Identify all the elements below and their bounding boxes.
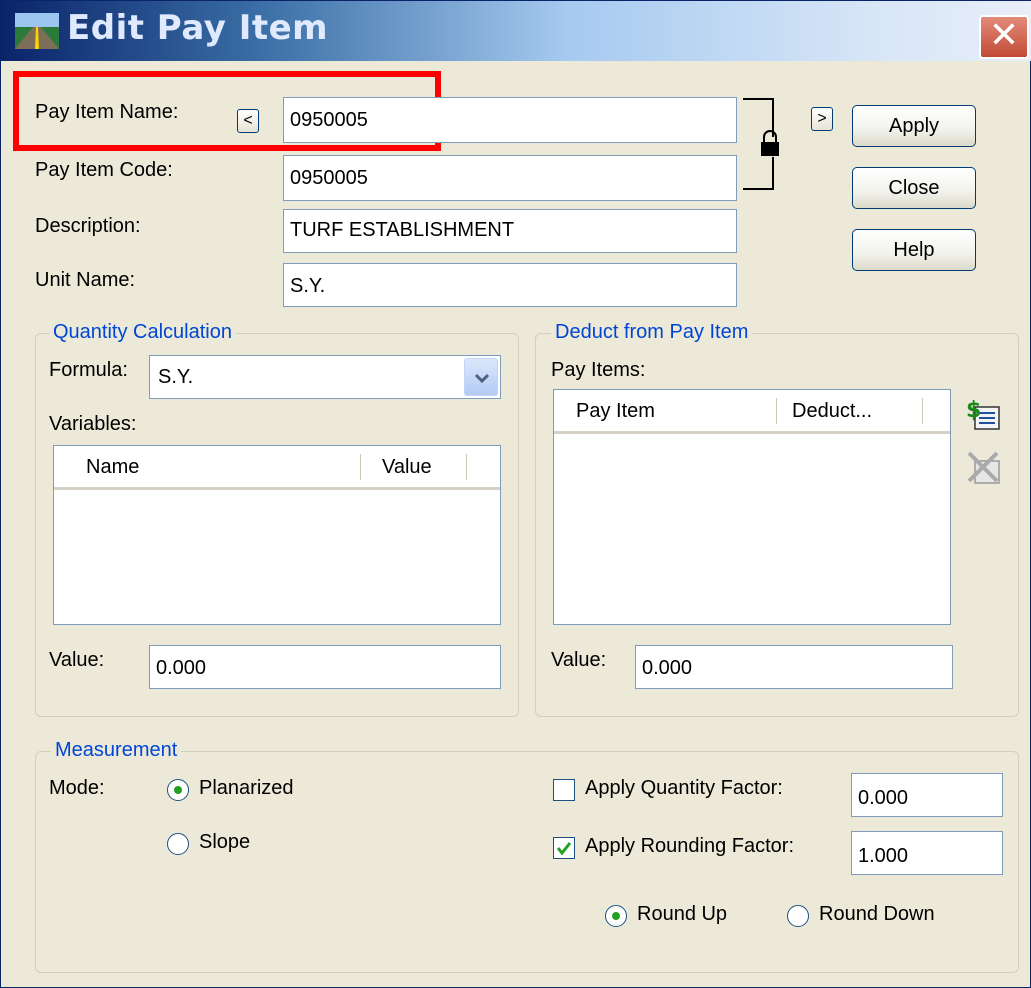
close-window-button[interactable]: ✕ [979, 15, 1029, 59]
lock-link-icon[interactable] [741, 97, 801, 197]
column-header-pay-item[interactable]: Pay Item [576, 400, 655, 423]
apply-rounding-factor-checkbox[interactable] [553, 837, 575, 859]
column-separator[interactable] [360, 454, 361, 480]
quantity-value-input[interactable]: 0.000 [149, 645, 501, 689]
formula-selected-value: S.Y. [158, 366, 194, 388]
app-road-icon [15, 13, 59, 49]
round-up-radio[interactable] [605, 905, 627, 927]
column-header-deduct[interactable]: Deduct... [792, 400, 872, 423]
mode-label: Mode: [49, 777, 105, 799]
edit-pay-item-dialog: Edit Pay Item ✕ Pay Item Name: < 0950005… [0, 0, 1031, 988]
variables-label: Variables: [49, 413, 137, 435]
quantity-calculation-title: Quantity Calculation [49, 321, 236, 344]
next-pay-item-button[interactable]: > [811, 107, 833, 131]
planarized-radio[interactable] [167, 779, 189, 801]
description-input[interactable]: TURF ESTABLISHMENT [283, 209, 737, 253]
apply-quantity-factor-label[interactable]: Apply Quantity Factor: [585, 777, 783, 800]
measurement-title: Measurement [51, 739, 182, 762]
title-bar[interactable]: Edit Pay Item ✕ [1, 1, 1031, 61]
help-button[interactable]: Help [852, 229, 976, 271]
formula-label: Formula: [49, 359, 128, 381]
pay-item-name-label: Pay Item Name: [35, 101, 179, 123]
pay-item-name-input[interactable]: 0950005 [283, 97, 737, 143]
quantity-value-label: Value: [49, 649, 105, 671]
column-separator[interactable] [922, 398, 923, 424]
slope-label[interactable]: Slope [199, 831, 250, 854]
checkmark-icon [556, 842, 572, 856]
pay-items-label: Pay Items: [551, 359, 646, 381]
rounding-factor-input[interactable]: 1.000 [851, 831, 1003, 875]
apply-rounding-factor-label[interactable]: Apply Rounding Factor: [585, 835, 794, 858]
column-separator[interactable] [466, 454, 467, 480]
column-header-value[interactable]: Value [382, 456, 432, 479]
round-up-label[interactable]: Round Up [637, 903, 727, 926]
chevron-down-icon [474, 373, 490, 384]
previous-pay-item-button[interactable]: < [237, 109, 259, 133]
close-button[interactable]: Close [852, 167, 976, 209]
add-pay-item-icon[interactable]: $ [965, 395, 1001, 431]
formula-select[interactable]: S.Y. [149, 355, 501, 399]
apply-quantity-factor-checkbox[interactable] [553, 779, 575, 801]
svg-text:$: $ [966, 398, 981, 423]
deduct-from-pay-item-title: Deduct from Pay Item [551, 321, 753, 344]
deduct-list-header: Pay Item Deduct... [554, 390, 950, 434]
quantity-factor-input[interactable]: 0.000 [851, 773, 1003, 817]
window-title: Edit Pay Item [67, 8, 329, 48]
variables-list-header: Name Value [54, 446, 500, 490]
round-down-radio[interactable] [787, 905, 809, 927]
unit-name-input[interactable]: S.Y. [283, 263, 737, 307]
deduct-pay-items-list[interactable]: Pay Item Deduct... [553, 389, 951, 625]
pay-item-code-input[interactable]: 0950005 [283, 155, 737, 201]
description-label: Description: [35, 215, 141, 237]
pay-item-code-label: Pay Item Code: [35, 159, 173, 181]
round-down-label[interactable]: Round Down [819, 903, 935, 926]
deduct-value-input[interactable]: 0.000 [635, 645, 953, 689]
unit-name-label: Unit Name: [35, 269, 136, 291]
apply-button[interactable]: Apply [852, 105, 976, 147]
deduct-value-label: Value: [551, 649, 607, 671]
slope-radio[interactable] [167, 833, 189, 855]
variables-list[interactable]: Name Value [53, 445, 501, 625]
column-separator[interactable] [776, 398, 777, 424]
column-header-name[interactable]: Name [86, 456, 139, 479]
planarized-label[interactable]: Planarized [199, 777, 294, 800]
dropdown-arrow[interactable] [464, 358, 498, 396]
remove-pay-item-icon[interactable] [965, 449, 1001, 485]
